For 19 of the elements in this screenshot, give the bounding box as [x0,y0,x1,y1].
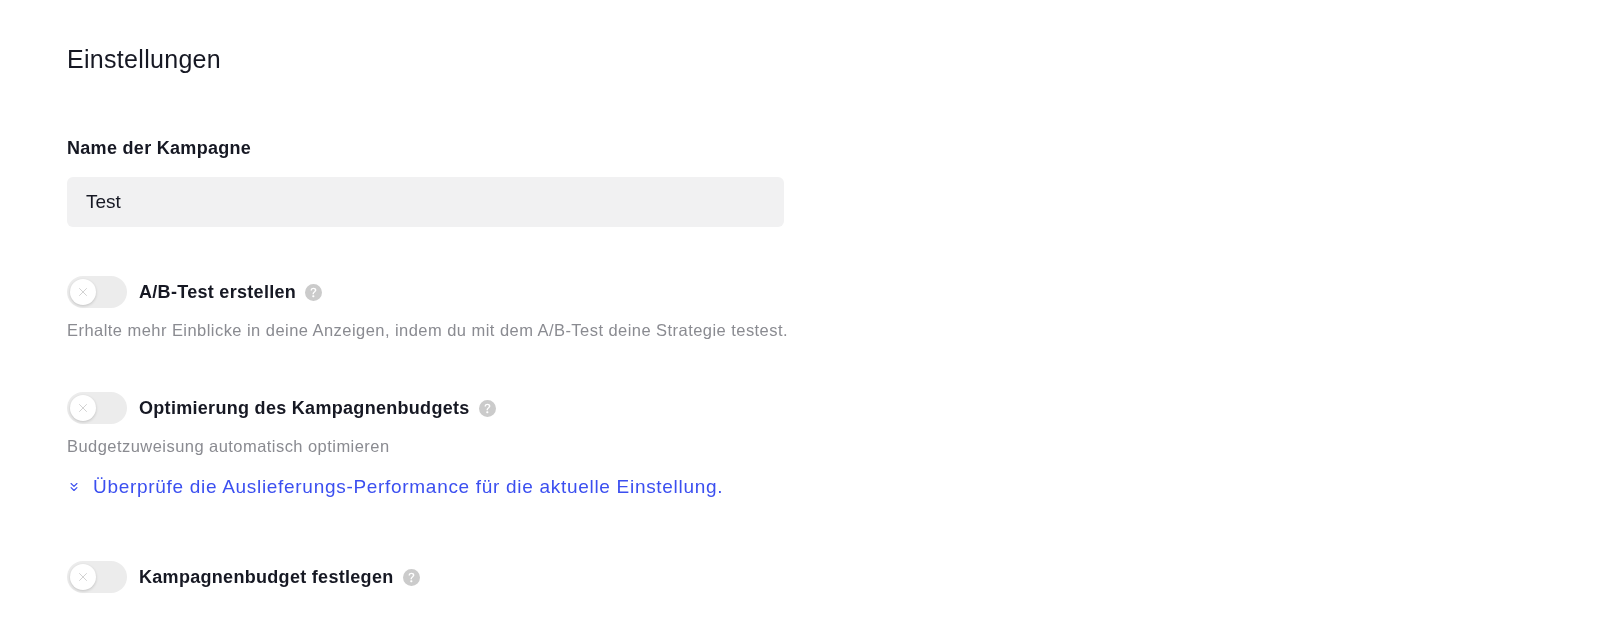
setting-label: Kampagnenbudget festlegen [139,566,394,589]
setting-description: Erhalte mehr Einblicke in deine Anzeigen, indem du mit dem A/B-Test deine Strategie testest. [67,320,789,340]
toggle-switch[interactable] [67,561,127,593]
chevrons-down-icon [67,480,81,494]
toggle-switch[interactable] [67,276,127,308]
close-icon [70,279,96,305]
setting-description: Budgetzuweisung automatisch optimieren [67,436,390,456]
close-icon [70,395,96,421]
input-field[interactable]: Test [67,177,784,227]
close-icon [70,564,96,590]
help-icon[interactable] [478,399,496,417]
performance-link[interactable]: Überprüfe die Auslieferungs-Performance für die aktuelle Einstellung. [67,475,724,499]
help-icon[interactable] [305,283,323,301]
help-icon[interactable] [402,568,420,586]
setting-label: Optimierung des Kampagnenbudgets [139,397,470,420]
setting-label: A/B-Test erstellen [139,281,297,304]
page-title: Einstellungen [67,44,221,75]
field-label: Name der Kampagne [67,137,252,160]
toggle-switch[interactable] [67,392,127,424]
